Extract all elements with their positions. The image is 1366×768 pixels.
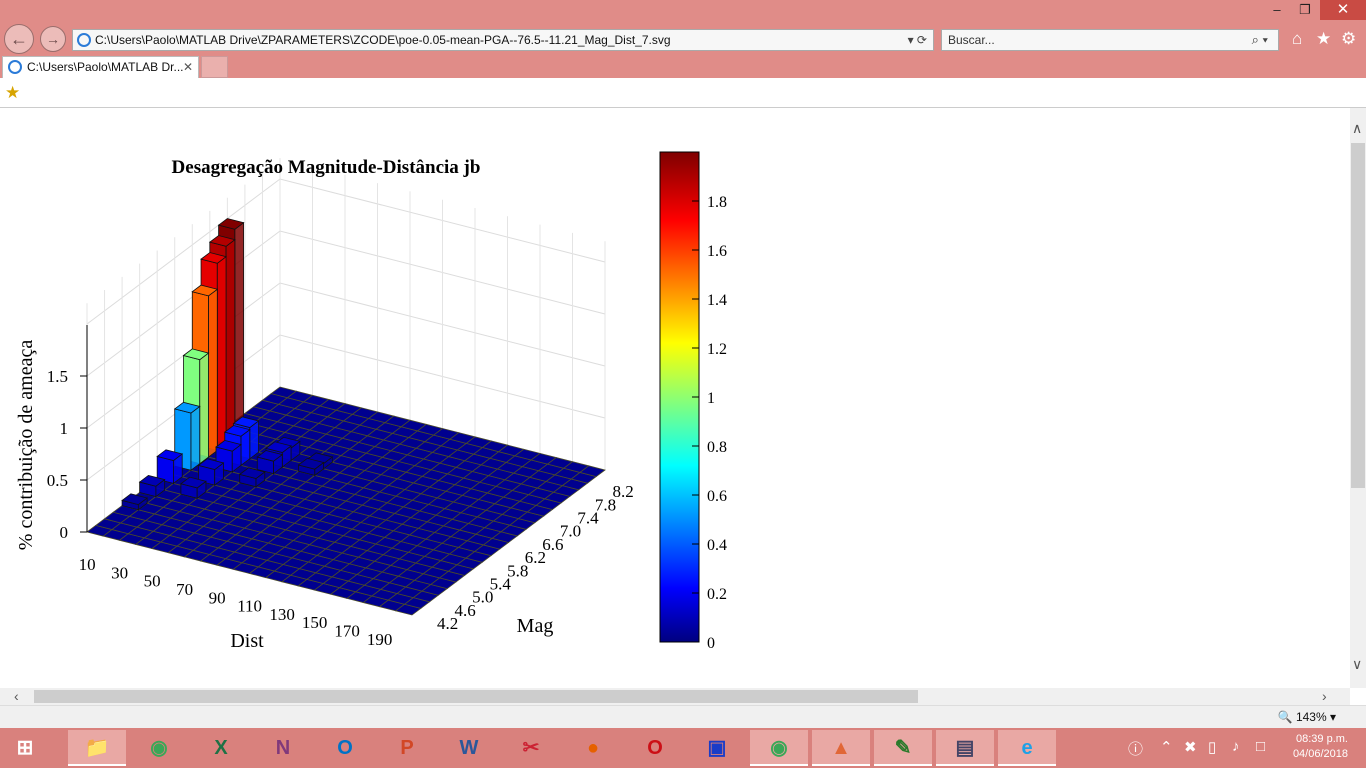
- scroll-down-icon[interactable]: ∨: [1352, 656, 1362, 673]
- close-button[interactable]: ✕: [1320, 0, 1366, 20]
- x-tick-label: 70: [176, 580, 193, 599]
- bar3d-chart: 00.511.510 30 50 70 90 110 130 150 170 1904.24.65…: [15, 151, 727, 652]
- colorbar-tick-label: 0.6: [707, 488, 727, 505]
- colorbar-tick-label: 0.4: [707, 537, 727, 554]
- zoom-value: 143%: [1295, 710, 1327, 724]
- chrome-icon[interactable]: ◉: [130, 730, 188, 766]
- search-input[interactable]: Buscar... ⌕ ▾: [941, 29, 1279, 51]
- tab-label: C:\Users\Paolo\MATLAB Dr...: [27, 60, 184, 74]
- opera-icon[interactable]: O: [626, 730, 684, 766]
- address-text: C:\Users\Paolo\MATLAB Drive\ZPARAMETERS\…: [95, 33, 671, 47]
- restore-button[interactable]: ❐: [1290, 0, 1320, 20]
- help-icon[interactable]: ⓘ: [1128, 738, 1143, 759]
- colorbar-tick-label: 0: [707, 635, 715, 652]
- x-tick-label: 30: [111, 563, 128, 582]
- chart-bars: [121, 218, 334, 511]
- outlook-icon[interactable]: O: [316, 730, 374, 766]
- refresh-icon[interactable]: ▾ ⟳: [908, 30, 927, 50]
- x-tick-label: 130: [269, 605, 295, 624]
- colorbar-tick-label: 1: [707, 390, 715, 407]
- colorbar-tick-label: 1.8: [707, 194, 727, 211]
- map-app-icon[interactable]: ▣: [688, 730, 746, 766]
- matlab-icon[interactable]: ▲: [812, 730, 870, 766]
- z-tick-label: 1: [60, 419, 69, 438]
- x-tick-label: 150: [302, 613, 328, 632]
- system-clock[interactable]: 08:39 p.m. 04/06/2018: [1293, 732, 1348, 762]
- x-tick-label: 90: [209, 588, 226, 607]
- search-icon[interactable]: ⌕ ▾: [1252, 30, 1268, 50]
- tab-close-icon[interactable]: ✕: [183, 57, 193, 77]
- chrome-icon-2[interactable]: ◉: [750, 730, 808, 766]
- x-tick-label: 170: [334, 621, 360, 640]
- x-tick-label: 190: [367, 630, 393, 649]
- tray-chevron-icon[interactable]: ⌃: [1160, 738, 1173, 756]
- vertical-scroll-thumb[interactable]: [1351, 143, 1365, 488]
- firefox-icon[interactable]: ●: [564, 730, 622, 766]
- x-tick-label: 50: [144, 572, 161, 591]
- new-tab-button[interactable]: [201, 56, 228, 78]
- search-placeholder: Buscar...: [948, 33, 995, 47]
- file-explorer-icon[interactable]: 📁: [68, 730, 126, 766]
- colorbar-tick-label: 1.2: [707, 341, 727, 358]
- ie-tab-icon: [8, 60, 22, 74]
- horizontal-scroll-thumb[interactable]: [34, 690, 918, 703]
- monitor-icon[interactable]: ▤: [936, 730, 994, 766]
- word-icon[interactable]: W: [440, 730, 498, 766]
- back-button[interactable]: ←: [4, 24, 34, 54]
- x-tick-label: 10: [79, 555, 96, 574]
- windows-start-icon[interactable]: ⊞: [0, 730, 50, 766]
- page-content: 0 0.5 1 1.5 10 30 50 70 90 110 130 150 170 190 4.2 4.6 5…: [0, 108, 1350, 688]
- add-favorite-icon[interactable]: ★: [5, 83, 20, 103]
- gear-icon[interactable]: ⚙: [1341, 29, 1356, 49]
- x-tick-label: 110: [237, 597, 262, 616]
- z-tick-label: 0.5: [47, 471, 68, 490]
- scroll-right-icon[interactable]: ›: [1322, 688, 1327, 704]
- editor-icon[interactable]: ✎: [874, 730, 932, 766]
- zoom-level[interactable]: 🔍 143% ▾: [1278, 710, 1336, 724]
- colorbar-tick-label: 1.6: [707, 243, 727, 260]
- volume-icon[interactable]: ♪: [1232, 738, 1240, 755]
- powerpoint-icon[interactable]: P: [378, 730, 436, 766]
- snipping-tool-icon[interactable]: ✂: [502, 730, 560, 766]
- favorites-bar: ★: [0, 78, 1366, 108]
- scroll-up-icon[interactable]: ∧: [1352, 120, 1362, 137]
- colorbar-tick-label: 0.8: [707, 439, 727, 456]
- excel-icon[interactable]: X: [192, 730, 250, 766]
- bar-50-6.6: [256, 450, 284, 475]
- onenote-icon[interactable]: N: [254, 730, 312, 766]
- minimize-button[interactable]: –: [1262, 0, 1292, 20]
- forward-button[interactable]: →: [40, 26, 66, 52]
- battery-icon[interactable]: ▯: [1208, 738, 1216, 756]
- z-tick-label: 1.5: [47, 367, 68, 386]
- favorites-star-icon[interactable]: ★: [1316, 29, 1331, 49]
- colorbar-tick-label: 1.4: [707, 292, 727, 309]
- z-tick-label: 0: [60, 523, 69, 542]
- status-bar: 🔍 143% ▾: [0, 705, 1366, 728]
- ie-page-icon: [77, 33, 91, 47]
- tab-svg-file[interactable]: C:\Users\Paolo\MATLAB Dr... ✕: [2, 56, 199, 78]
- chart-title: Desagregação Magnitude-Distância jb: [172, 157, 481, 178]
- ie-taskbar-icon[interactable]: e: [998, 730, 1056, 766]
- network-icon[interactable]: ✖: [1184, 738, 1197, 756]
- display-icon[interactable]: □: [1256, 738, 1265, 755]
- address-bar[interactable]: C:\Users\Paolo\MATLAB Drive\ZPARAMETERS\…: [72, 29, 934, 51]
- taskbar: ⊞ 📁 ◉ X N O P W ✂ ● O ▣ ◉ ▲ ✎ ▤ e ⓘ ⌃ ✖ …: [0, 728, 1366, 768]
- colorbar-tick-label: 0.2: [707, 586, 727, 603]
- home-icon[interactable]: ⌂: [1292, 29, 1302, 49]
- y-axis-label: Mag: [517, 615, 554, 637]
- x-axis-label: Dist: [230, 630, 264, 652]
- y-tick-label: 8.2: [612, 482, 633, 501]
- z-axis-label: % contribuição de ameaça: [15, 340, 37, 551]
- scroll-left-icon[interactable]: ‹: [14, 688, 19, 704]
